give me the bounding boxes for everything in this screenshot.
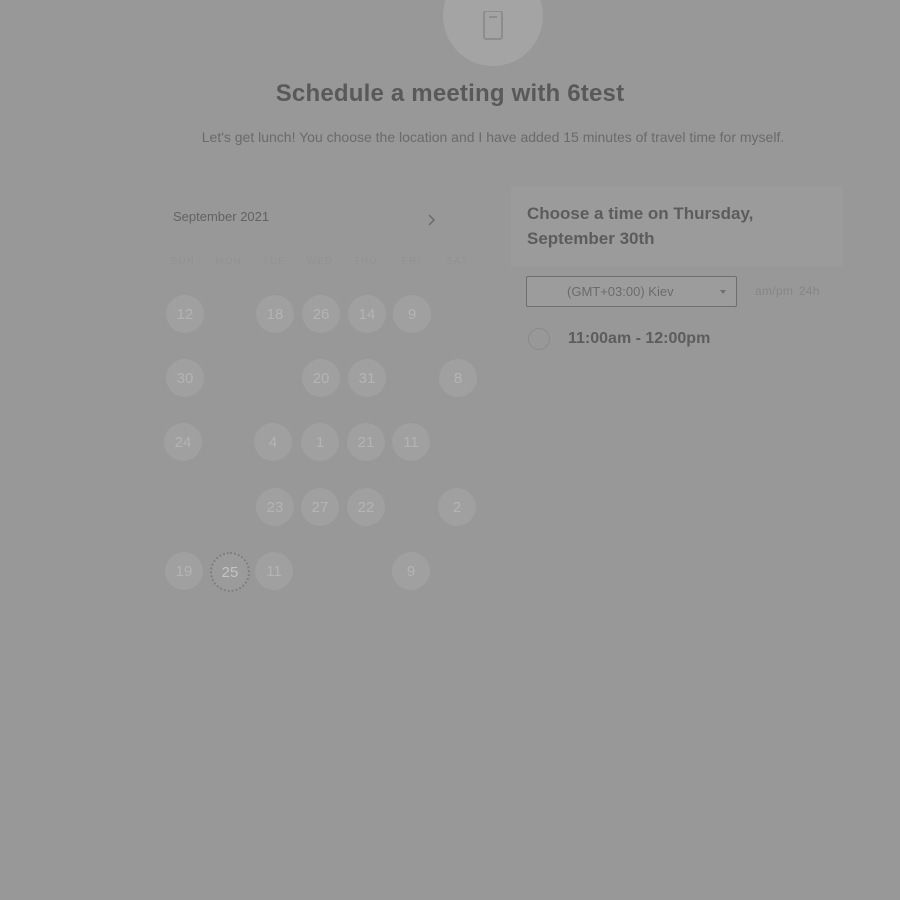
- timezone-value: (GMT+03:00) Kiev: [567, 284, 674, 299]
- calendar-day[interactable]: 19: [165, 552, 203, 590]
- calendar-day[interactable]: 23: [256, 488, 294, 526]
- calendar-day[interactable]: 11: [255, 552, 293, 590]
- calendar-day[interactable]: 31: [348, 359, 386, 397]
- weekday-label: SAT: [446, 256, 468, 267]
- calendar-day[interactable]: 4: [254, 423, 292, 461]
- calendar-day[interactable]: 2: [438, 488, 476, 526]
- calendar-day[interactable]: 9: [393, 295, 431, 333]
- calendar-day[interactable]: 24: [164, 423, 202, 461]
- time-panel-title: Choose a time on Thursday, September 30t…: [527, 204, 754, 248]
- next-month-button[interactable]: [424, 212, 440, 228]
- calendar-day[interactable]: 22: [347, 488, 385, 526]
- calendar-day[interactable]: 9: [392, 552, 430, 590]
- weekday-label: FRI: [401, 256, 421, 267]
- time-slot[interactable]: 11:00am - 12:00pm: [528, 328, 710, 350]
- calendar-day[interactable]: 1: [301, 423, 339, 461]
- calendar-day[interactable]: 11: [392, 423, 430, 461]
- time-slot-label: 11:00am - 12:00pm: [568, 330, 711, 347]
- time-format-toggle: am/pm 24h: [755, 284, 822, 298]
- caret-down-icon: [720, 290, 726, 294]
- calendar-day[interactable]: 27: [301, 488, 339, 526]
- calendar-day[interactable]: 8: [439, 359, 477, 397]
- weekday-label: MON: [215, 256, 242, 267]
- weekday-label: WED: [306, 256, 334, 267]
- calendar-day[interactable]: 26: [302, 295, 340, 333]
- weekday-label: TUE: [262, 256, 286, 267]
- chevron-right-icon: [428, 214, 436, 226]
- calendar-day-selected[interactable]: 25: [210, 552, 250, 592]
- host-avatar: [443, 0, 543, 66]
- timezone-select[interactable]: (GMT+03:00) Kiev: [526, 276, 737, 307]
- calendar-day[interactable]: 21: [347, 423, 385, 461]
- calendar-day[interactable]: 30: [166, 359, 204, 397]
- weekday-label: SUN: [170, 256, 195, 267]
- format-24h-option[interactable]: 24h: [799, 284, 820, 298]
- calendar-day[interactable]: 20: [302, 359, 340, 397]
- calendar-day[interactable]: 14: [348, 295, 386, 333]
- weekday-label: THU: [353, 256, 378, 267]
- calendar-month-label: September 2021: [173, 209, 270, 224]
- calendar-day[interactable]: 12: [166, 295, 204, 333]
- document-icon: [483, 11, 503, 40]
- calendar-day[interactable]: 18: [256, 295, 294, 333]
- weekday-header: SUN MON TUE WED THU FRI SAT: [160, 256, 480, 267]
- page-title: Schedule a meeting with 6test: [275, 80, 625, 107]
- slot-radio[interactable]: [528, 328, 550, 350]
- event-description: Let's get lunch! You choose the location…: [201, 129, 785, 145]
- format-ampm-option[interactable]: am/pm: [755, 284, 793, 298]
